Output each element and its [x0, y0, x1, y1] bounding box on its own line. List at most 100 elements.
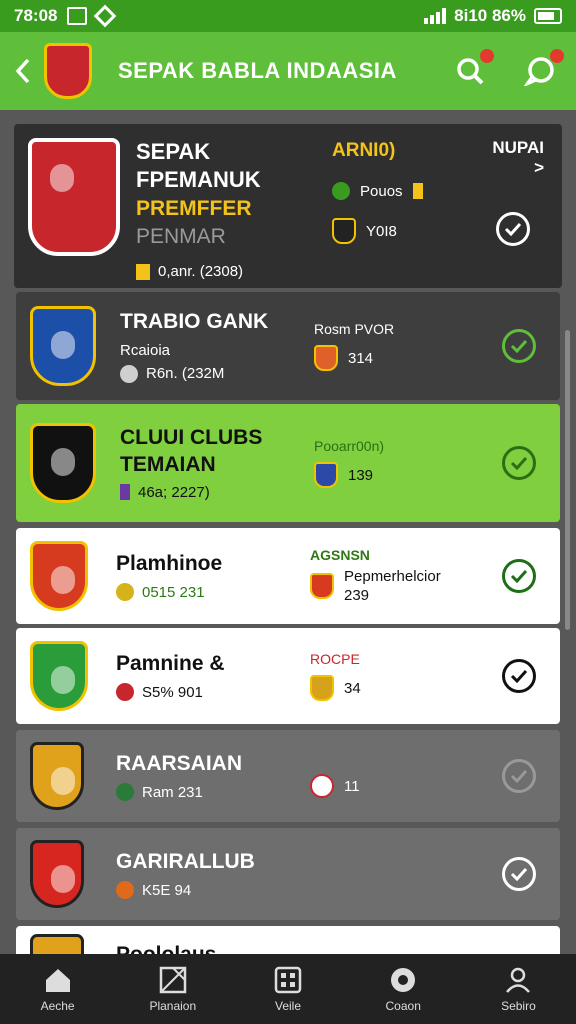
search-badge: [480, 49, 494, 63]
coin-icon: [116, 583, 134, 602]
chat-badge: [550, 49, 564, 63]
club-card[interactable]: Plamhinoe 0515 231 AGSNSN Pepmerhelcior 2…: [16, 528, 560, 624]
nav-coaon[interactable]: Coaon: [346, 954, 461, 1024]
club-crest: [30, 423, 96, 503]
bar-icon: [120, 484, 130, 501]
club-crest: [30, 641, 88, 711]
check-icon: [510, 769, 528, 783]
club-card[interactable]: TRABIO GANK Rcaioia R6n. (232M Rosm PVOR…: [16, 292, 560, 400]
club-meta: K5E 94: [142, 881, 192, 899]
check-button[interactable]: [502, 857, 536, 891]
club-stat-label: Pooarr00n): [314, 438, 385, 454]
app-logo: [44, 43, 92, 99]
club-crest: [30, 541, 88, 611]
check-button[interactable]: [502, 329, 536, 363]
coin-icon: [116, 683, 134, 702]
club-meta: 46a; 2227): [138, 483, 210, 501]
check-icon: [510, 867, 528, 881]
featured-mid1: Pouos: [360, 182, 403, 200]
see-more-link[interactable]: NUPAI >: [479, 138, 544, 178]
club-meta: R6n. (232M: [146, 365, 225, 383]
notification-icon: [67, 7, 88, 25]
app-bar: SEPAK BABLA INDAASIA: [0, 32, 576, 110]
back-button[interactable]: [12, 56, 34, 86]
club-name: CLUUI CLUBS TEMAIAN: [120, 426, 263, 476]
mini-crest: [314, 345, 338, 371]
club-name: GARIRALLUB: [116, 849, 255, 873]
club-stat-label: AGSNSN: [310, 546, 370, 563]
club-card[interactable]: Poololaus: [16, 926, 560, 954]
club-stat-label: Rosm PVOR: [314, 321, 395, 337]
featured-title: SEPAK FPEMANUK: [136, 139, 261, 192]
club-name: Poololaus: [116, 942, 296, 954]
featured-mid2: Y0I8: [366, 222, 397, 240]
nav-label: Coaon: [385, 999, 421, 1013]
nav-label: Sebiro: [501, 999, 536, 1013]
nav-label: Planaion: [149, 999, 197, 1013]
club-stat-label: ROCPE: [310, 651, 360, 667]
check-button[interactable]: [502, 759, 536, 793]
club-card-selected[interactable]: CLUUI CLUBS TEMAIAN 46a; 2227) Pooarr00n…: [16, 404, 560, 522]
flag-icon: [136, 263, 150, 280]
mini-crest: [332, 218, 357, 244]
club-stat-value: 314: [348, 349, 374, 367]
club-stat-value: 139: [348, 466, 374, 484]
mini-crest: [314, 462, 338, 488]
chevron-left-icon: [15, 58, 30, 84]
ball-icon: [391, 968, 416, 992]
team-dot: [332, 182, 351, 200]
bottom-nav: Aeche Planaion Veile Coaon Sebiro: [0, 954, 576, 1024]
featured-yellow-text: PREMFFER: [136, 197, 252, 220]
check-button[interactable]: [496, 212, 530, 246]
app-title: SEPAK BABLA INDAASIA: [118, 58, 397, 83]
check-button[interactable]: [502, 659, 536, 693]
ball-icon: [120, 364, 138, 383]
pitch-icon: [159, 966, 187, 994]
club-stat-value: 239: [344, 587, 370, 604]
home-icon: [45, 969, 70, 992]
club-meta: 0515 231: [142, 583, 205, 601]
nav-label: Aeche: [40, 999, 75, 1013]
bar-icon: [412, 183, 423, 199]
check-button[interactable]: [502, 446, 536, 480]
person-icon: [506, 967, 531, 993]
chat-button[interactable]: [522, 49, 564, 89]
club-list[interactable]: SEPAK FPEMANUK PREMFFER PENMAR 0,anr. (2…: [0, 110, 576, 954]
coin-icon: [116, 881, 134, 900]
mini-crest: [310, 774, 334, 798]
club-name: TRABIO GANK: [120, 310, 269, 334]
club-stat-value: 34: [344, 679, 361, 697]
nav-planaion[interactable]: Planaion: [115, 954, 230, 1024]
club-stat-value: 11: [344, 777, 360, 795]
grid-icon: [274, 966, 302, 994]
nav-veile[interactable]: Veile: [230, 954, 345, 1024]
status-battery-text: 8i10 86%: [454, 6, 526, 25]
featured-card[interactable]: SEPAK FPEMANUK PREMFFER PENMAR 0,anr. (2…: [14, 124, 562, 288]
club-crest: [30, 742, 84, 810]
check-icon: [504, 222, 522, 236]
search-icon: [457, 58, 484, 85]
club-meta: S5% 901: [142, 683, 203, 701]
scrollbar[interactable]: [565, 330, 570, 630]
club-crest: [30, 306, 96, 386]
mini-crest: [310, 573, 334, 599]
check-button[interactable]: [502, 559, 536, 593]
club-crest: [30, 934, 84, 954]
club-name: Pamnine &: [116, 651, 225, 675]
club-stat-label-2: Pepmerhelcior: [344, 567, 441, 585]
check-icon: [510, 669, 528, 683]
club-card[interactable]: Pamnine & S5% 901 ROCPE 34: [16, 628, 560, 724]
status-bar: 78:08 8i10 86%: [0, 0, 576, 32]
club-name: Plamhinoe: [116, 551, 223, 575]
club-meta: Ram 231: [142, 783, 203, 801]
club-card[interactable]: GARIRALLUB K5E 94: [16, 828, 560, 920]
check-icon: [510, 339, 528, 353]
search-button[interactable]: [452, 49, 494, 89]
battery-icon: [534, 8, 562, 24]
coin-icon: [116, 783, 134, 802]
club-card[interactable]: RAARSAIAN Ram 231 11: [16, 730, 560, 822]
nav-sebiro[interactable]: Sebiro: [461, 954, 576, 1024]
club-subtitle: Rcaioia: [120, 341, 171, 359]
check-icon: [510, 569, 528, 583]
nav-home[interactable]: Aeche: [0, 954, 115, 1024]
